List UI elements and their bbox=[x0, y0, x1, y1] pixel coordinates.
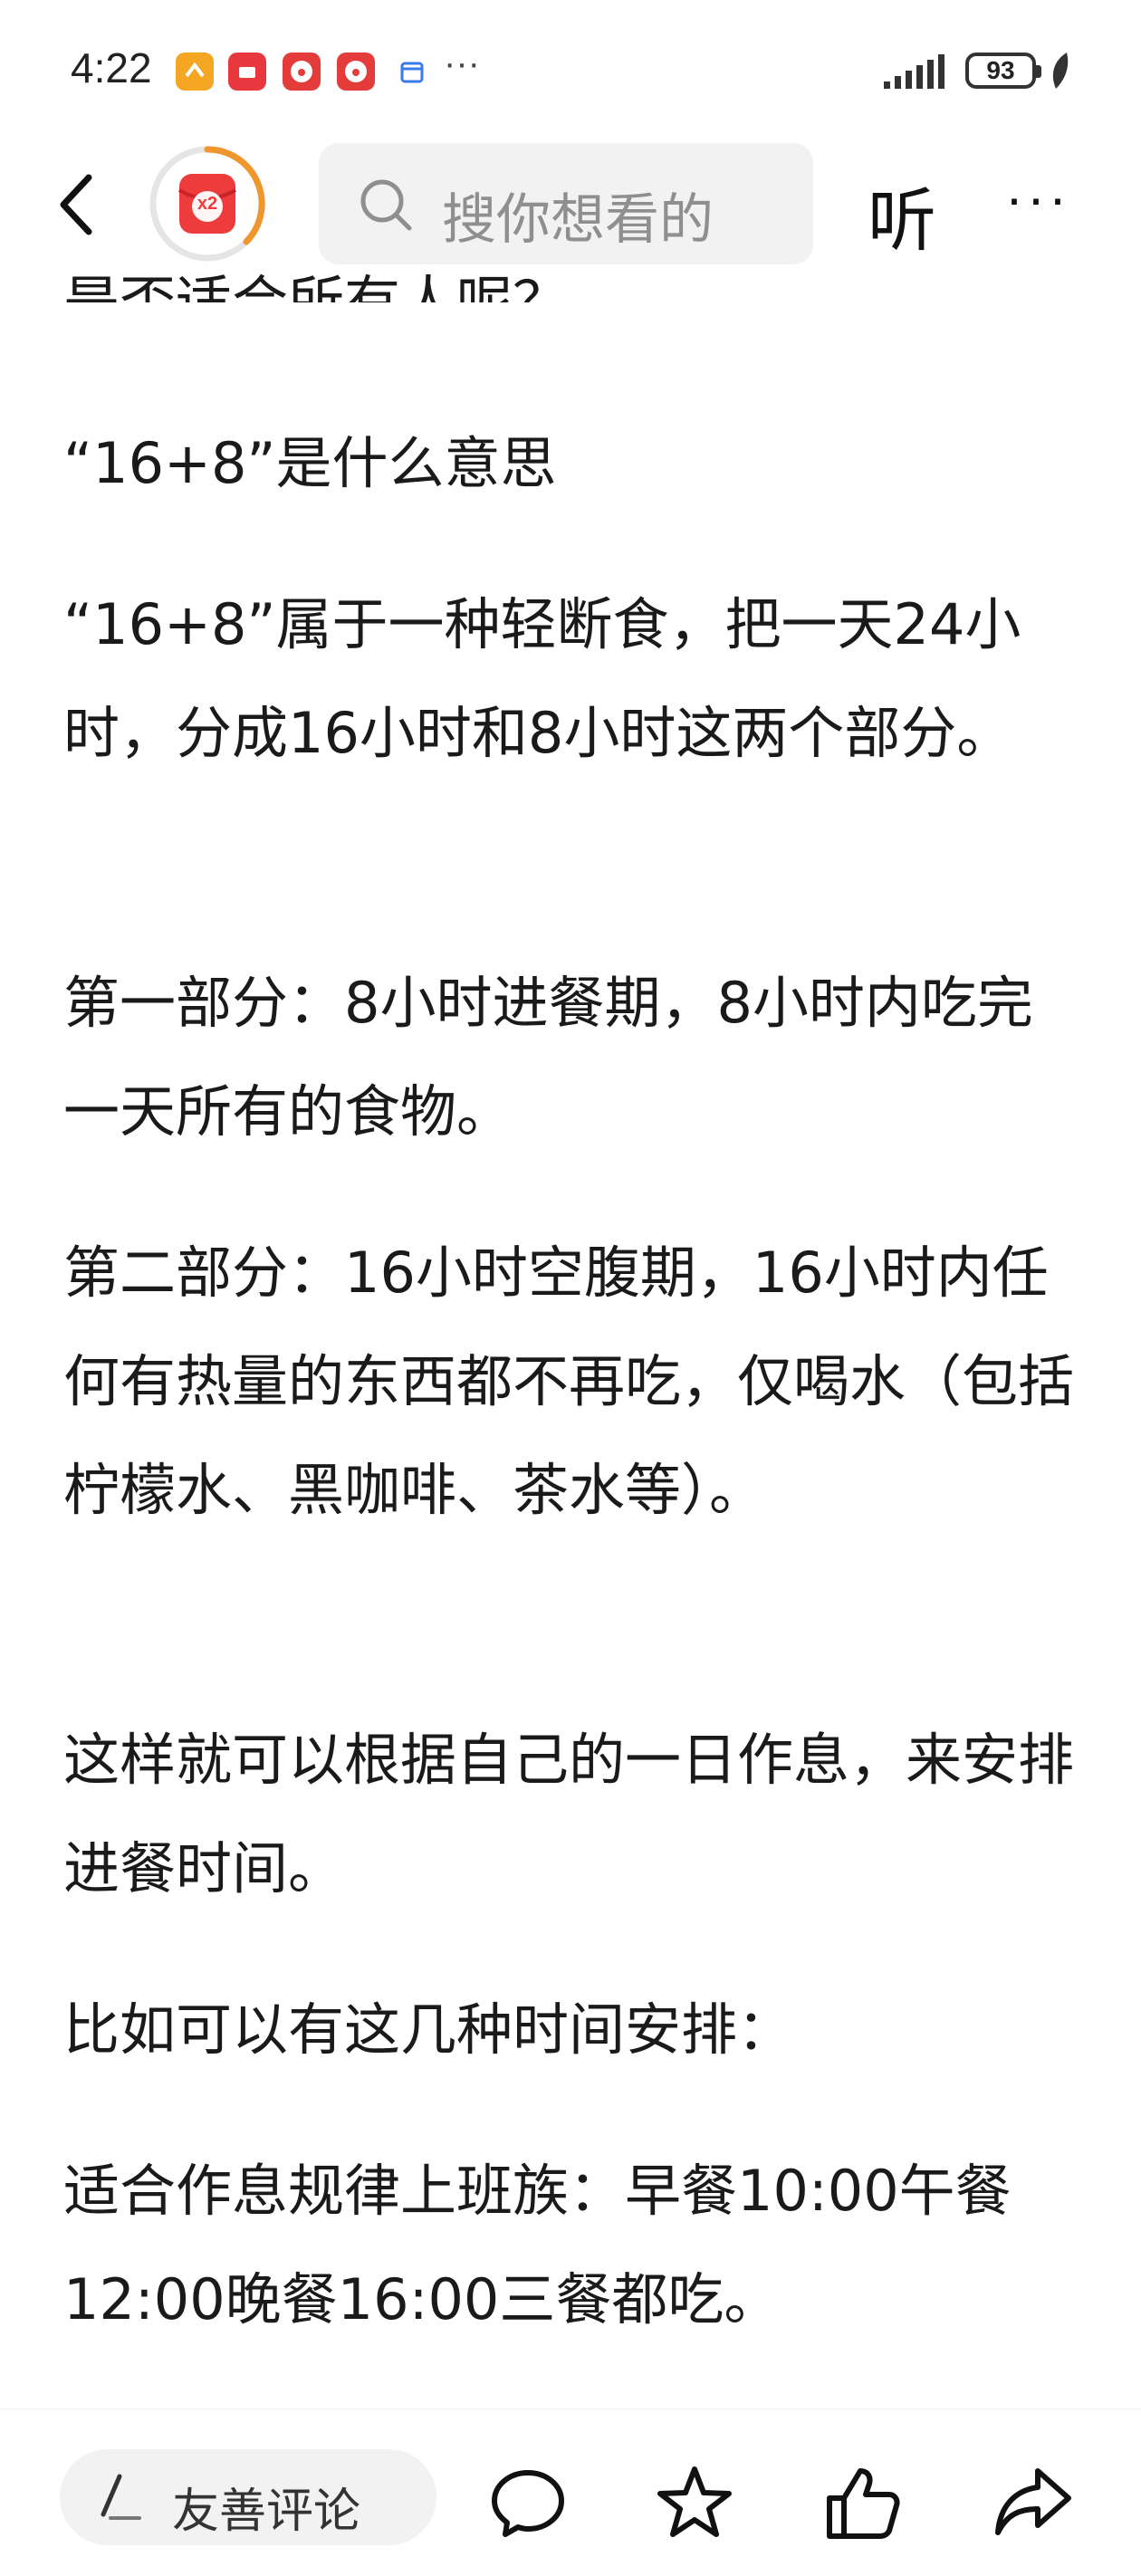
app-icon-orange bbox=[176, 53, 214, 91]
article-paragraph: 比如可以有这几种时间安排： bbox=[63, 1997, 794, 2063]
share-icon[interactable] bbox=[992, 2462, 1074, 2543]
article-paragraph: 第一部分：8小时进餐期，8小时内吃完一天所有的食物。 bbox=[63, 970, 1033, 1144]
bottom-action-bar: 友善评论 bbox=[0, 2408, 1141, 2576]
comment-icon[interactable] bbox=[487, 2462, 569, 2543]
article-paragraph: 第二部分：16小时空腹期，16小时内任何有热量的东西都不再吃，仅喝水（包括柠檬水… bbox=[63, 1240, 1075, 1523]
top-nav-bar: x2 搜你想看的 听 ··· bbox=[0, 136, 1141, 272]
comment-input[interactable]: 友善评论 bbox=[60, 2449, 436, 2545]
signal-icon bbox=[884, 54, 944, 89]
search-icon bbox=[360, 179, 412, 231]
huawei-app-icon bbox=[228, 53, 266, 91]
clown-app-icon bbox=[337, 53, 375, 91]
search-placeholder: 搜你想看的 bbox=[442, 188, 714, 252]
power-saving-icon bbox=[1052, 53, 1069, 89]
article-paragraph: 这样就可以根据自己的一日作息，来安排进餐时间。 bbox=[63, 1727, 1075, 1901]
reward-badge-button[interactable]: x2 bbox=[147, 143, 268, 264]
listen-button[interactable]: 听 bbox=[868, 165, 936, 264]
article-body: 是否适合所有人呢？ “16+8”是什么意思 “16+8”属于一种轻断食，把一天2… bbox=[63, 0, 1087, 2399]
pen-icon bbox=[101, 2474, 141, 2520]
article-paragraph: 适合作息规律上班族：早餐10:00午餐12:00晚餐16:00三餐都吃。 bbox=[63, 2158, 1012, 2332]
back-button[interactable] bbox=[45, 168, 118, 241]
comment-placeholder: 友善评论 bbox=[172, 2485, 361, 2539]
status-bar: 4:22 ··· 93 bbox=[0, 0, 1141, 136]
badge-multiplier: x2 bbox=[197, 194, 218, 214]
clown-app-icon bbox=[283, 53, 321, 91]
article-paragraph: “16+8”是什么意思 bbox=[63, 430, 557, 496]
star-icon[interactable] bbox=[654, 2462, 735, 2543]
chevron-left-icon bbox=[60, 174, 92, 235]
search-bar[interactable]: 搜你想看的 bbox=[319, 143, 813, 264]
calendar-icon bbox=[393, 53, 431, 91]
status-time: 4:22 bbox=[71, 44, 152, 91]
like-icon[interactable] bbox=[820, 2462, 902, 2543]
more-menu-button[interactable]: ··· bbox=[1005, 167, 1070, 229]
battery-indicator: 93 bbox=[965, 53, 1041, 89]
status-more-indicator: ··· bbox=[444, 43, 480, 83]
battery-level: 93 bbox=[986, 56, 1015, 84]
article-paragraph: “16+8”属于一种轻断食，把一天24小时，分成16小时和8小时这两个部分。 bbox=[63, 591, 1021, 766]
